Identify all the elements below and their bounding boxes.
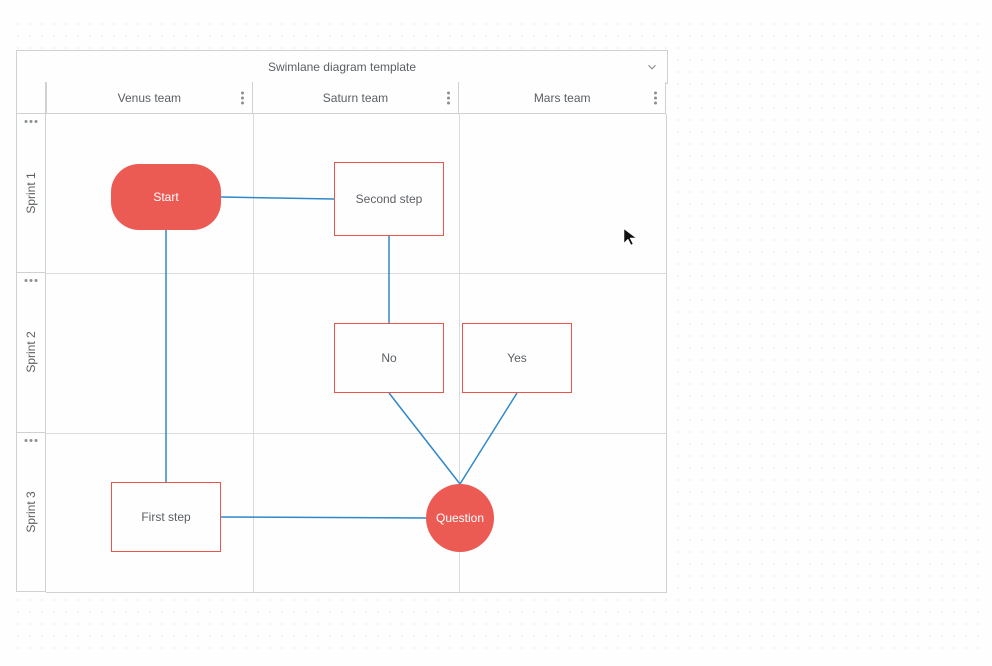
node-first-step[interactable]: First step: [111, 482, 221, 552]
kebab-icon[interactable]: [241, 91, 244, 104]
more-icon[interactable]: [25, 439, 38, 442]
grid-corner: [16, 82, 46, 114]
node-label: Question: [436, 511, 484, 525]
node-question[interactable]: Question: [426, 484, 494, 552]
node-label: First step: [141, 510, 190, 524]
column-label: Saturn team: [323, 91, 388, 105]
node-label: Second step: [356, 192, 423, 206]
row-header-sprint-2[interactable]: Sprint 2: [16, 273, 46, 432]
grid-divider-horizontal: [46, 433, 666, 434]
row-headers: Sprint 1 Sprint 2 Sprint 3: [16, 82, 46, 592]
node-second-step[interactable]: Second step: [334, 162, 444, 236]
column-label: Mars team: [534, 91, 591, 105]
grid-divider-vertical: [253, 114, 254, 592]
row-label: Sprint 3: [24, 491, 38, 532]
grid-divider-horizontal: [46, 273, 666, 274]
column-header-mars[interactable]: Mars team: [459, 82, 666, 114]
row-label: Sprint 2: [24, 332, 38, 373]
column-headers: Venus team Saturn team Mars team: [46, 82, 666, 114]
chevron-down-icon[interactable]: [643, 58, 661, 76]
row-header-sprint-3[interactable]: Sprint 3: [16, 433, 46, 592]
node-label: Yes: [507, 351, 527, 365]
diagram-title: Swimlane diagram template: [268, 60, 416, 74]
row-label: Sprint 1: [24, 172, 38, 213]
row-header-sprint-1[interactable]: Sprint 1: [16, 114, 46, 273]
kebab-icon[interactable]: [654, 91, 657, 104]
column-header-saturn[interactable]: Saturn team: [253, 82, 460, 114]
diagram-title-bar[interactable]: Swimlane diagram template: [16, 50, 668, 84]
node-no[interactable]: No: [334, 323, 444, 393]
column-header-venus[interactable]: Venus team: [46, 82, 253, 114]
node-start[interactable]: Start: [111, 164, 221, 230]
kebab-icon[interactable]: [447, 91, 450, 104]
column-label: Venus team: [118, 91, 181, 105]
more-icon[interactable]: [25, 120, 38, 123]
node-label: Start: [153, 190, 178, 204]
node-label: No: [381, 351, 396, 365]
node-yes[interactable]: Yes: [462, 323, 572, 393]
more-icon[interactable]: [25, 279, 38, 282]
